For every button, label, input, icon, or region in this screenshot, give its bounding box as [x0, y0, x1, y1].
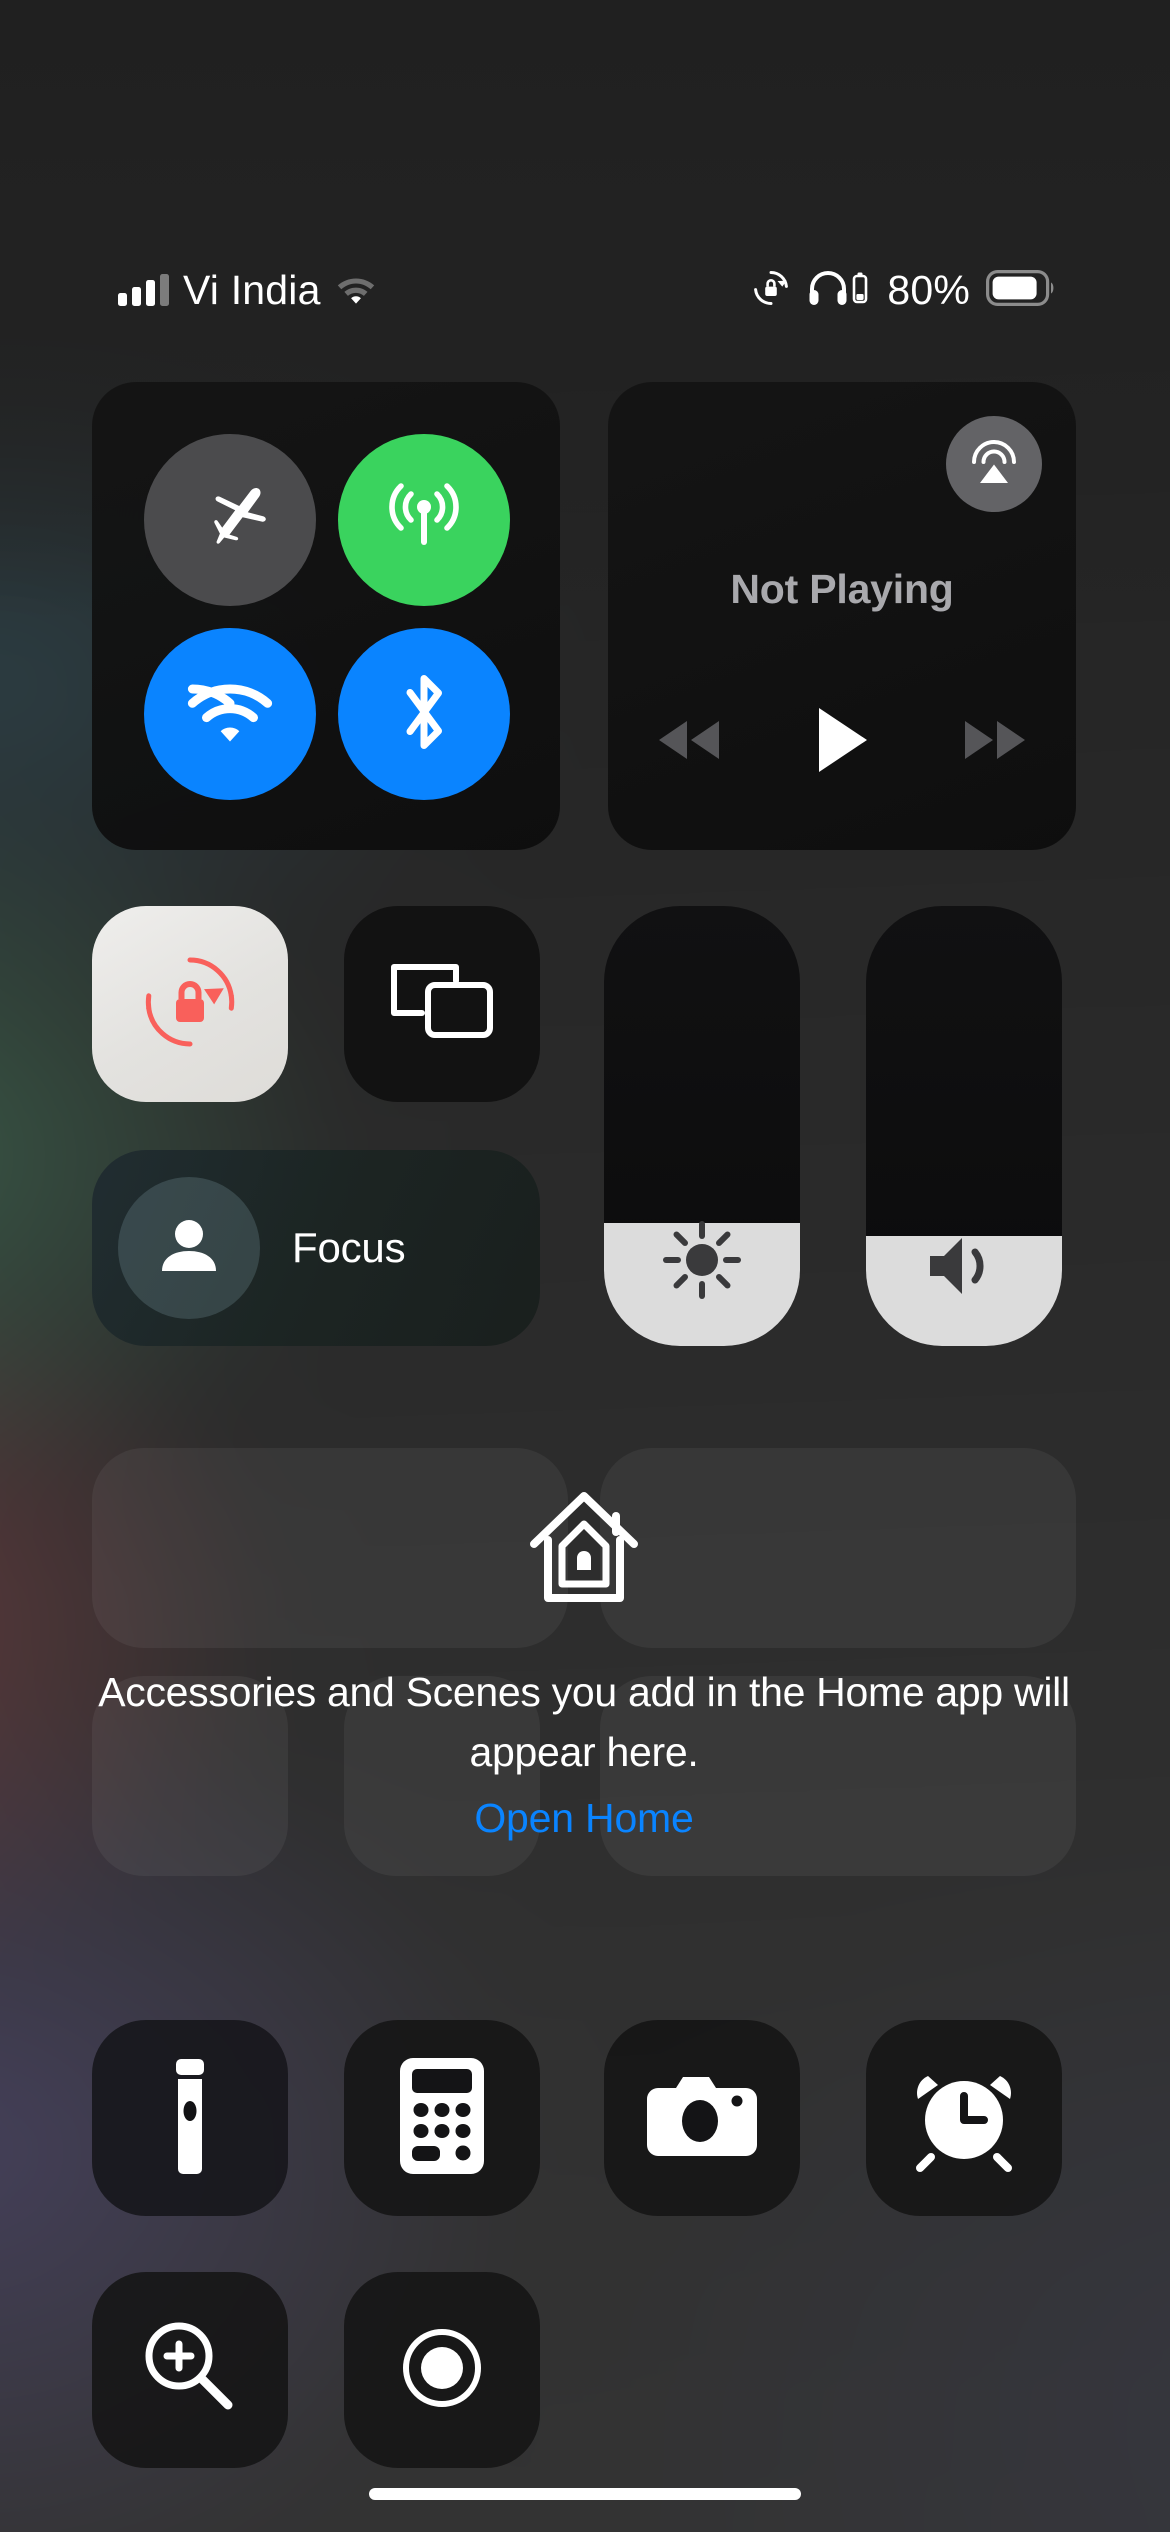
volume-slider[interactable] — [866, 906, 1062, 1346]
control-center-screen: Vi India 80% Not Playing Focus Accessori… — [0, 0, 1170, 2532]
home-module: Accessories and Scenes you add in the Ho… — [92, 1448, 1076, 1928]
cellular-icon — [381, 475, 467, 566]
battery-icon — [986, 269, 1058, 311]
bluetooth-button[interactable] — [338, 628, 510, 800]
airplane-icon — [188, 476, 272, 565]
airplay-button[interactable] — [946, 416, 1042, 512]
home-empty-message: Accessories and Scenes you add in the Ho… — [98, 1669, 1070, 1775]
airplay-icon — [963, 431, 1025, 498]
focus-icon-background — [118, 1177, 260, 1319]
wifi-icon — [186, 677, 274, 752]
status-bar-right: 80% — [751, 268, 1058, 313]
focus-button[interactable]: Focus — [92, 1150, 540, 1346]
house-icon — [524, 1486, 644, 1615]
carrier-label: Vi India — [183, 266, 321, 313]
rotation-lock-button[interactable] — [92, 906, 288, 1102]
rewind-button[interactable] — [653, 713, 725, 772]
status-bar-left: Vi India — [118, 266, 377, 313]
fast-forward-button[interactable] — [959, 713, 1031, 772]
fast-forward-icon — [959, 713, 1031, 772]
flashlight-button[interactable] — [92, 2020, 288, 2216]
brightness-icon — [604, 1214, 800, 1306]
play-icon — [811, 704, 873, 781]
alarm-button[interactable] — [866, 2020, 1062, 2216]
alarm-clock-icon — [906, 2058, 1022, 2179]
home-indicator[interactable] — [369, 2488, 801, 2500]
magnifier-icon — [134, 2312, 246, 2429]
rotation-lock-icon — [751, 268, 791, 313]
media-player-module: Not Playing — [608, 382, 1076, 850]
rewind-icon — [653, 713, 725, 772]
open-home-link[interactable]: Open Home — [92, 1795, 1076, 1842]
cellular-signal-icon — [118, 274, 169, 306]
brightness-slider[interactable] — [604, 906, 800, 1346]
focus-label: Focus — [292, 1224, 406, 1271]
flashlight-icon — [159, 2055, 221, 2182]
house-icon-wrapper — [92, 1486, 1076, 1615]
connectivity-module — [92, 382, 560, 850]
rotation-lock-icon — [134, 946, 246, 1063]
wifi-button[interactable] — [144, 628, 316, 800]
media-transport-controls — [608, 682, 1076, 802]
screen-mirroring-button[interactable] — [344, 906, 540, 1102]
battery-percent-label: 80% — [887, 266, 970, 313]
wifi-icon — [335, 272, 377, 309]
cellular-data-button[interactable] — [338, 434, 510, 606]
magnifier-button[interactable] — [92, 2272, 288, 2468]
screen-recording-button[interactable] — [344, 2272, 540, 2468]
screen-record-icon — [388, 2314, 496, 2427]
screen-mirroring-icon — [384, 955, 500, 1054]
bluetooth-icon — [394, 668, 454, 761]
headphones-battery-icon — [807, 268, 871, 313]
calculator-button[interactable] — [344, 2020, 540, 2216]
media-status-label: Not Playing — [730, 566, 954, 612]
status-bar: Vi India 80% — [0, 255, 1170, 325]
person-icon — [152, 1209, 226, 1288]
airplane-mode-button[interactable] — [144, 434, 316, 606]
volume-icon — [866, 1226, 1062, 1306]
play-button[interactable] — [811, 704, 873, 781]
camera-icon — [643, 2067, 761, 2170]
calculator-icon — [398, 2056, 486, 2181]
camera-button[interactable] — [604, 2020, 800, 2216]
